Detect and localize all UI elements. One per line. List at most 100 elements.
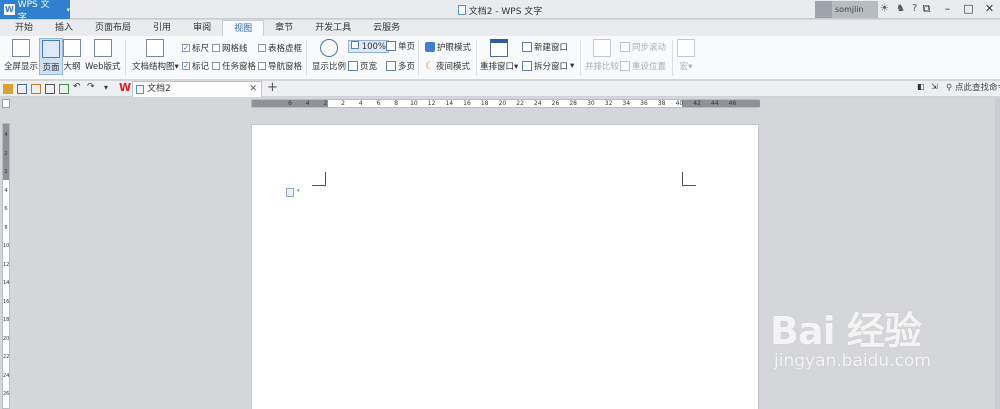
checkbox-checked-icon: ✓: [182, 62, 190, 70]
arrange-windows-button[interactable]: 重排窗口▾: [480, 39, 518, 72]
ruler-tick-label: 24: [3, 372, 10, 379]
ruler-tick-label: 4: [4, 187, 8, 194]
vertical-ruler[interactable]: 4 2 2 4 6 8 10 12 14 16 18 20 22 24 26: [2, 123, 10, 409]
command-search[interactable]: ⚲ 点此查找命令: [946, 81, 1000, 93]
ruler-tick-label: 16: [463, 100, 471, 107]
tab-cloud[interactable]: 云服务: [362, 20, 411, 36]
document-icon: [136, 85, 144, 94]
sync-scroll-button[interactable]: 同步滚动: [620, 41, 666, 53]
tab-chapter[interactable]: 章节: [264, 20, 304, 36]
tab-references[interactable]: 引用: [142, 20, 182, 36]
tab-page-layout[interactable]: 页面布局: [84, 20, 142, 36]
close-tab-icon[interactable]: ✕: [249, 82, 257, 97]
web-view-button[interactable]: Web版式: [85, 39, 121, 72]
ruler-tick-label: 40: [675, 100, 684, 107]
document-tab[interactable]: 文档2 ✕: [132, 81, 262, 97]
horizontal-ruler[interactable]: 6 4 2 2 4 6 8 10 12 14 16 18 20 22 24 26 28 30 32 34 36 38 40 4…: [251, 99, 760, 108]
open-folder-icon[interactable]: [3, 84, 13, 94]
fullscreen-button[interactable]: 全屏显示: [4, 39, 38, 72]
ruler-tick-label: 22: [3, 354, 10, 360]
minimize-button[interactable]: –: [937, 0, 958, 19]
tab-developer[interactable]: 开发工具: [304, 20, 362, 36]
ruler-checkbox[interactable]: ✓ 标尺: [182, 42, 209, 54]
ruler-tick-label: 14: [3, 280, 10, 286]
user-name: somjlin: [835, 5, 864, 14]
ruler-tick-label: 2: [323, 100, 328, 107]
ruler-tick-label: 10: [3, 243, 10, 249]
save-icon[interactable]: [17, 84, 27, 94]
eye-mode-button[interactable]: 护眼模式: [425, 41, 471, 53]
ruler-tick-label: 2: [341, 100, 345, 107]
outline-view-button[interactable]: 大纲: [63, 39, 81, 72]
chevron-down-icon[interactable]: ▾: [297, 188, 300, 194]
wps-logo-icon: W: [4, 4, 15, 15]
tab-insert[interactable]: 插入: [44, 20, 84, 36]
macro-button[interactable]: 宏▾: [677, 39, 695, 72]
new-window-button[interactable]: 新建窗口: [522, 41, 568, 53]
zoom-button[interactable]: 显示比例: [312, 39, 346, 72]
shirt-icon[interactable]: ♞: [896, 3, 905, 14]
user-account[interactable]: somjlin: [815, 1, 878, 18]
side-by-side-button[interactable]: 并排比较: [585, 39, 619, 72]
ribbon-view: 全屏显示 页面 大纲 Web版式 文档结构图▾ ✓ 标尺 网格线 表格虚框 ✓ 标记…: [0, 36, 1000, 80]
menu-tabs: 开始 插入 页面布局 引用 审阅 视图 章节 开发工具 云服务: [0, 20, 1000, 36]
tab-view[interactable]: 视图: [222, 20, 265, 36]
close-button[interactable]: ✕: [979, 0, 1000, 19]
reset-position-button[interactable]: 重设位置: [620, 60, 666, 72]
page-width-icon: [348, 61, 358, 71]
ruler-tick-label: 24: [533, 100, 542, 107]
margin-corner-top-right: [682, 172, 696, 186]
page-icon: [42, 40, 60, 58]
ruler-tick-label: 4: [4, 132, 8, 138]
doc-structure-button[interactable]: 文档结构图▾: [132, 39, 179, 72]
markers-checkbox[interactable]: ✓ 标记: [182, 60, 209, 72]
tab-review[interactable]: 审阅: [182, 20, 222, 36]
outline-icon: [63, 39, 81, 57]
title-bar: W WPS 文字 ▾ 文档2 - WPS 文字 somjlin ☀ ♞ ? ⧉ …: [0, 0, 1000, 23]
tab-stop-selector[interactable]: [2, 99, 10, 108]
multi-page-button[interactable]: 多页: [386, 60, 415, 72]
skin-icon[interactable]: ☀: [880, 3, 889, 14]
wps-home-icon[interactable]: W: [119, 81, 131, 94]
table-dashed-checkbox[interactable]: 表格虚框: [258, 42, 302, 54]
ruler-tick-label: 12: [3, 261, 10, 268]
redo-icon[interactable]: ↷: [87, 82, 97, 92]
tab-home[interactable]: 开始: [4, 20, 44, 36]
print-icon[interactable]: [45, 84, 55, 94]
page-width-button[interactable]: 页宽: [348, 60, 377, 72]
wps-app-menu-button[interactable]: W WPS 文字 ▾: [0, 0, 70, 23]
export-icon[interactable]: [31, 84, 41, 94]
split-window-button[interactable]: 拆分窗口 ▾: [522, 60, 574, 72]
pin-icon[interactable]: ⇲: [931, 82, 941, 92]
page-view-button[interactable]: 页面: [39, 38, 63, 75]
ruler-tick-label: 30: [587, 100, 595, 107]
checkbox-checked-icon: ✓: [182, 44, 190, 52]
nav-pane-checkbox[interactable]: 导航窗格: [258, 60, 302, 72]
zoom-100-button[interactable]: 100%: [348, 40, 390, 53]
moon-icon: ☾: [425, 60, 434, 72]
ruler-tick-label: 18: [3, 317, 10, 323]
chevron-down-icon[interactable]: ▾: [104, 83, 114, 93]
chevron-down-icon: ▾: [66, 5, 70, 14]
ruler-tick-label: 14: [445, 100, 454, 107]
maximize-button[interactable]: □: [958, 0, 979, 19]
sidebar-toggle-icon[interactable]: ◧: [917, 82, 927, 92]
restore-window-icon[interactable]: ⧉: [916, 0, 937, 19]
ruler-tick-label: 10: [410, 100, 418, 107]
undo-icon[interactable]: ↶: [73, 82, 83, 92]
ruler-tick-label: 28: [569, 100, 577, 107]
document-page[interactable]: ▾: [251, 124, 759, 409]
vertical-scrollbar[interactable]: [995, 98, 1000, 409]
ruler-tick-label: 44: [710, 100, 719, 107]
ruler-tick-label: 26: [551, 100, 560, 107]
new-tab-icon[interactable]: +: [267, 80, 278, 95]
single-page-button[interactable]: 单页: [386, 40, 415, 52]
night-mode-button[interactable]: ☾ 夜间模式: [425, 60, 470, 73]
gridlines-checkbox[interactable]: 网格线: [212, 42, 248, 54]
fullscreen-icon: [12, 39, 30, 57]
print-preview-icon[interactable]: [59, 84, 69, 94]
paste-options-icon[interactable]: [286, 188, 294, 197]
ruler-tick-label: 34: [622, 100, 631, 107]
multi-page-icon: [386, 61, 396, 71]
task-pane-checkbox[interactable]: 任务窗格: [212, 60, 256, 72]
